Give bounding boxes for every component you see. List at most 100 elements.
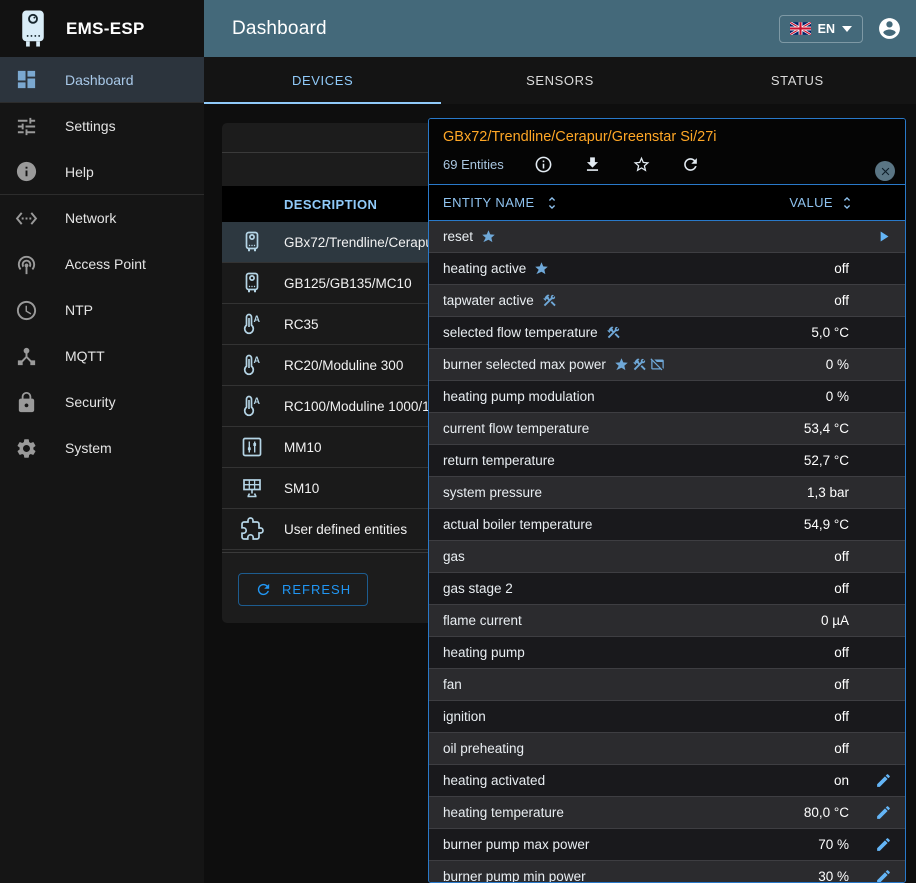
- entity-value: off: [834, 581, 861, 596]
- sidebar-item-access-point[interactable]: Access Point: [0, 241, 204, 287]
- entity-value: 0 µA: [821, 613, 861, 628]
- tab-sensors[interactable]: SENSORS: [441, 57, 678, 104]
- entity-value: 54,9 °C: [804, 517, 861, 532]
- tab-devices[interactable]: DEVICES: [204, 57, 441, 104]
- entity-name: fan: [443, 677, 462, 692]
- entity-value: 30 %: [818, 869, 861, 883]
- account-icon[interactable]: [877, 16, 902, 41]
- entity-row[interactable]: return temperature 52,7 °C: [429, 445, 905, 477]
- star-outline-icon[interactable]: [632, 155, 651, 174]
- entity-row[interactable]: heating pump off: [429, 637, 905, 669]
- sidebar-item-label: Security: [65, 394, 116, 410]
- sidebar-item-dashboard[interactable]: Dashboard: [0, 57, 204, 103]
- entity-row[interactable]: fan off: [429, 669, 905, 701]
- refresh-icon[interactable]: [681, 155, 700, 174]
- sidebar-item-system[interactable]: System: [0, 425, 204, 471]
- entity-name-header-cell: ENTITY NAME: [429, 195, 789, 211]
- download-icon[interactable]: [583, 155, 602, 174]
- construction-icon: [606, 325, 621, 340]
- sidebar-item-settings[interactable]: Settings: [0, 103, 204, 149]
- uk-flag-icon: [790, 22, 811, 35]
- entity-name: reset: [443, 229, 473, 244]
- sort-icon[interactable]: [839, 195, 855, 211]
- edit-icon[interactable]: [875, 868, 892, 883]
- favorite-star-icon: [534, 261, 549, 276]
- entity-value: on: [834, 773, 861, 788]
- sidebar-item-help[interactable]: Help: [0, 149, 204, 195]
- entity-value: off: [834, 645, 861, 660]
- refresh-button[interactable]: REFRESH: [238, 573, 368, 606]
- entity-name: return temperature: [443, 453, 555, 468]
- entity-value: off: [834, 677, 861, 692]
- entity-row[interactable]: oil preheating off: [429, 733, 905, 765]
- entity-name: heating active: [443, 261, 526, 276]
- entity-row[interactable]: heating pump modulation 0 %: [429, 381, 905, 413]
- lock-icon: [15, 391, 38, 414]
- sidebar-item-network[interactable]: Network: [0, 195, 204, 241]
- entity-value: 70 %: [818, 837, 861, 852]
- panel-header: GBx72/Trendline/Cerapur/Greenstar Si/27i…: [429, 119, 905, 185]
- refresh-icon: [255, 581, 272, 598]
- thermostat-icon: [240, 394, 264, 418]
- device-name: RC35: [284, 317, 319, 332]
- entity-row[interactable]: tapwater active off: [429, 285, 905, 317]
- tune-icon: [15, 115, 38, 138]
- sidebar-item-ntp[interactable]: NTP: [0, 287, 204, 333]
- sidebar-item-label: NTP: [65, 302, 93, 318]
- sidebar-item-mqtt[interactable]: MQTT: [0, 333, 204, 379]
- entity-value: 0 %: [826, 357, 861, 372]
- sidebar-item-security[interactable]: Security: [0, 379, 204, 425]
- entity-row[interactable]: heating temperature 80,0 °C: [429, 797, 905, 829]
- app-bar-actions: EN: [779, 0, 902, 57]
- ems-esp-app: EMS-ESP Dashboard Settings Help Network …: [0, 0, 916, 883]
- sort-icon[interactable]: [544, 195, 560, 211]
- entity-name: heating pump modulation: [443, 389, 595, 404]
- description-column-header[interactable]: DESCRIPTION: [284, 197, 377, 212]
- entity-name: heating activated: [443, 773, 545, 788]
- play-icon[interactable]: [875, 228, 892, 245]
- ethernet-icon: [15, 207, 38, 230]
- sidebar-item-label: Access Point: [65, 256, 146, 272]
- close-icon: [879, 165, 892, 178]
- edit-icon[interactable]: [875, 804, 892, 821]
- sidebar-item-label: Network: [65, 210, 116, 226]
- entities-table-body: reset heating active off tapwater active…: [429, 221, 905, 883]
- entity-name: tapwater active: [443, 293, 534, 308]
- entity-row[interactable]: flame current 0 µA: [429, 605, 905, 637]
- entity-name-column-header[interactable]: ENTITY NAME: [443, 195, 535, 210]
- entity-name: selected flow temperature: [443, 325, 598, 340]
- entity-row[interactable]: system pressure 1,3 bar: [429, 477, 905, 509]
- device-hub-icon: [15, 345, 38, 368]
- entity-row[interactable]: burner selected max power 0 %: [429, 349, 905, 381]
- edit-icon[interactable]: [875, 836, 892, 853]
- entity-row[interactable]: reset: [429, 221, 905, 253]
- value-column-header[interactable]: VALUE: [789, 195, 833, 210]
- entity-row[interactable]: ignition off: [429, 701, 905, 733]
- entity-row[interactable]: gas stage 2 off: [429, 573, 905, 605]
- entity-name: heating pump: [443, 645, 525, 660]
- entity-row[interactable]: selected flow temperature 5,0 °C: [429, 317, 905, 349]
- entity-row[interactable]: burner pump min power 30 %: [429, 861, 905, 883]
- edit-icon[interactable]: [875, 772, 892, 789]
- close-button[interactable]: [875, 161, 895, 181]
- entity-value: off: [834, 709, 861, 724]
- entity-row[interactable]: burner pump max power 70 %: [429, 829, 905, 861]
- language-selector[interactable]: EN: [779, 15, 863, 43]
- entity-row[interactable]: heating active off: [429, 253, 905, 285]
- entity-name: system pressure: [443, 485, 542, 500]
- entity-row[interactable]: heating activated on: [429, 765, 905, 797]
- entity-row[interactable]: current flow temperature 53,4 °C: [429, 413, 905, 445]
- entity-value: off: [834, 293, 861, 308]
- entity-value: 80,0 °C: [804, 805, 861, 820]
- entity-value: off: [834, 549, 861, 564]
- entity-name: flame current: [443, 613, 522, 628]
- device-name: User defined entities: [284, 522, 407, 537]
- entity-name: gas: [443, 549, 465, 564]
- device-name: MM10: [284, 440, 322, 455]
- custom-entities-icon: [240, 517, 264, 541]
- entity-name: burner pump min power: [443, 869, 586, 883]
- info-icon[interactable]: [534, 155, 553, 174]
- entity-row[interactable]: gas off: [429, 541, 905, 573]
- tab-status[interactable]: STATUS: [679, 57, 916, 104]
- entity-row[interactable]: actual boiler temperature 54,9 °C: [429, 509, 905, 541]
